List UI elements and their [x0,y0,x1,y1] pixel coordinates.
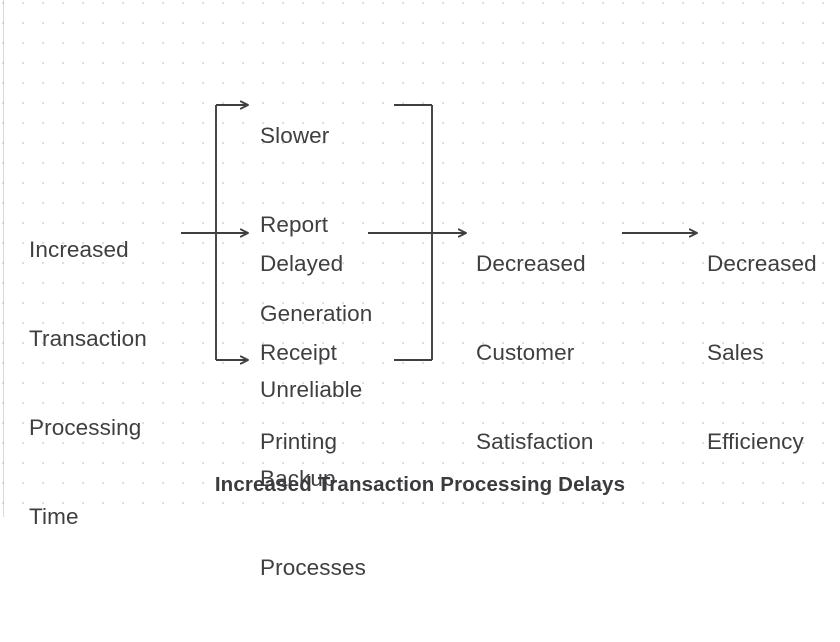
node-line: Customer [476,339,575,365]
node-increased-transaction-processing-time: Increased Transaction Processing Time [29,176,147,590]
node-line: Time [29,503,79,529]
node-line: Sales [707,339,764,365]
node-line: Processing [29,414,142,440]
node-line: Transaction [29,325,147,351]
node-line: Decreased [707,251,817,277]
node-line: Processes [260,554,366,580]
node-line: Increased [29,237,129,263]
node-decreased-sales-efficiency: Decreased Sales Efficiency [707,190,817,516]
node-line: Slower [260,123,330,149]
left-guide-line [3,0,4,517]
node-line: Delayed [260,251,344,277]
node-line: Satisfaction [476,428,594,454]
diagram-title: Increased Transaction Processing Delays [214,473,626,496]
node-line: Unreliable [260,377,363,403]
node-decreased-customer-satisfaction: Decreased Customer Satisfaction [476,190,594,516]
node-line: Decreased [476,251,586,277]
diagram-canvas: Increased Transaction Processing Time Sl… [0,0,840,580]
node-line: Efficiency [707,428,804,454]
